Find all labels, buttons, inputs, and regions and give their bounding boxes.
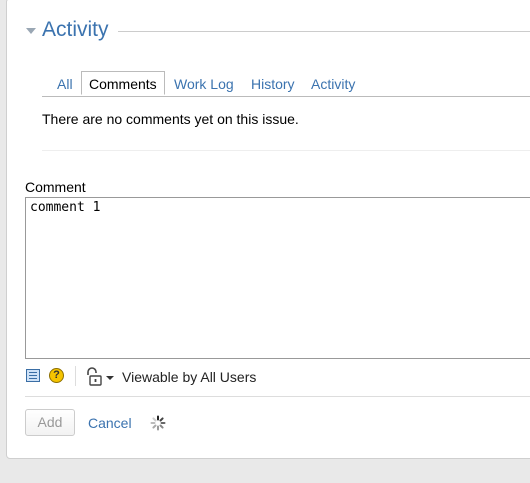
cancel-link[interactable]: Cancel [88,415,132,431]
section-divider [118,31,530,32]
section-title: Activity [42,18,109,41]
comment-toolbar: ? Viewable by All Users [25,366,530,388]
divider [42,150,530,151]
visibility-selector[interactable]: Viewable by All Users [122,369,256,385]
chevron-down-icon[interactable] [106,376,114,380]
tab-work-log[interactable]: Work Log [174,72,234,96]
collapse-twisty-icon[interactable] [26,28,36,34]
spinner-icon [150,415,166,431]
activity-tabs: All Comments Work Log History Activity [42,71,530,97]
tab-comments[interactable]: Comments [81,71,165,95]
divider [25,396,530,397]
tab-activity[interactable]: Activity [311,72,355,96]
lock-icon[interactable] [85,367,103,386]
help-icon[interactable]: ? [49,368,64,383]
comment-textarea[interactable]: comment 1 [25,197,530,359]
activity-section-header[interactable]: Activity [26,18,530,46]
toolbar-divider [75,366,76,386]
tab-history[interactable]: History [251,72,295,96]
comment-label: Comment [25,179,86,195]
wiki-markup-icon[interactable] [26,369,40,382]
tab-all[interactable]: All [57,72,73,96]
add-button[interactable]: Add [25,409,75,436]
no-comments-message: There are no comments yet on this issue. [42,111,299,127]
